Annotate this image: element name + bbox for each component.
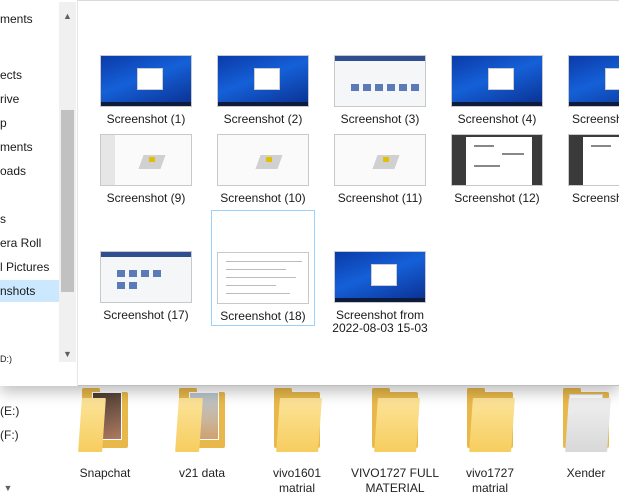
file-name: Screenshot (4) <box>457 112 537 126</box>
file-item-selected[interactable]: Screenshot (18) <box>211 210 315 326</box>
file-item[interactable]: Screenshot from 2022-08-03 15-03 <box>328 251 432 335</box>
document-folder-icon <box>563 388 611 452</box>
folder-snapchat[interactable]: Snapchat <box>60 388 150 481</box>
scrollbar-thumb[interactable] <box>61 110 74 292</box>
file-item[interactable]: Screenshot (4) <box>445 55 549 126</box>
nav-item-desktop[interactable]: p <box>0 112 7 134</box>
image-thumbnail <box>100 134 192 186</box>
folder-label: vivo1601 matrial <box>272 466 322 495</box>
file-name: Screenshot (9) <box>106 191 186 205</box>
nav-item-downloads[interactable]: oads <box>0 160 26 182</box>
image-thumbnail <box>568 134 619 186</box>
image-thumbnail <box>217 252 309 304</box>
nav-item-camera-roll[interactable]: era Roll <box>0 232 41 254</box>
file-name: Screenshot (12) <box>454 191 540 205</box>
folder-label: v21 data <box>178 466 226 480</box>
file-name: Screenshot (2) <box>223 112 303 126</box>
folder-label: Xender <box>566 466 606 480</box>
file-item[interactable]: Screenshot (1) <box>94 55 198 126</box>
navigation-pane: ments ects rive p ments oads s era Roll … <box>0 0 78 386</box>
file-picker-dialog: ments ects rive p ments oads s era Roll … <box>0 0 619 386</box>
photo-folder-icon <box>78 388 128 452</box>
folder-icon <box>372 388 420 452</box>
file-item[interactable]: Screensh <box>562 55 619 126</box>
image-thumbnail <box>568 55 619 107</box>
folder-icon <box>467 388 515 452</box>
file-name: Screenshot (17) <box>103 308 189 322</box>
image-thumbnail <box>334 134 426 186</box>
chevron-down-icon[interactable]: ▼ <box>2 482 14 494</box>
nav-item-screenshots[interactable]: nshots <box>0 280 59 302</box>
drive-e-label[interactable]: (E:) <box>0 404 19 418</box>
nav-item-pictures[interactable]: s <box>0 208 6 230</box>
file-item[interactable]: Screenshot (12) <box>445 134 549 205</box>
folder-label: VIVO1727 FULL MATERIAL <box>350 466 440 495</box>
folder-label: vivo1727 matrial <box>465 466 515 495</box>
file-item[interactable]: Screensh <box>562 134 619 205</box>
nav-item-documents[interactable]: ments <box>0 8 33 30</box>
nav-item-saved-pictures[interactable]: l Pictures <box>0 256 49 278</box>
drive-f-label[interactable]: (F:) <box>0 428 19 442</box>
folder-v21-data[interactable]: v21 data <box>157 388 247 481</box>
folder-vivo1601-matrial[interactable]: vivo1601 matrial <box>252 388 342 495</box>
image-thumbnail <box>217 134 309 186</box>
folder-vivo1727-full-material[interactable]: VIVO1727 FULL MATERIAL <box>350 388 440 495</box>
image-thumbnail <box>451 55 543 107</box>
folder-vivo1727-matrial[interactable]: vivo1727 matrial <box>445 388 535 495</box>
file-name: Screenshot (11) <box>337 191 423 205</box>
file-name: Screensh <box>572 112 619 126</box>
nav-item-onedrive[interactable]: rive <box>0 88 19 110</box>
image-thumbnail <box>334 55 426 107</box>
image-thumbnail <box>217 55 309 107</box>
nav-scrollbar[interactable]: ▲ ▼ <box>59 2 76 362</box>
file-name: Screensh <box>572 191 619 205</box>
file-item[interactable]: Screenshot (17) <box>94 251 198 322</box>
folder-xender[interactable]: Xender <box>541 388 619 481</box>
file-item[interactable]: Screenshot (9) <box>94 134 198 205</box>
image-thumbnail <box>100 251 192 303</box>
chevron-down-icon[interactable]: ▼ <box>59 346 76 362</box>
folder-icon <box>274 388 322 452</box>
file-name: Screenshot from 2022-08-03 15-03 <box>332 308 428 335</box>
nav-item-objects[interactable]: ects <box>0 64 22 86</box>
image-thumbnail <box>334 251 426 303</box>
image-thumbnail <box>100 55 192 107</box>
nav-item-drive-d[interactable]: D:) <box>0 352 12 366</box>
file-name: Screenshot (3) <box>340 112 420 126</box>
file-item[interactable]: Screenshot (3) <box>328 55 432 126</box>
file-item[interactable]: Screenshot (10) <box>211 134 315 205</box>
nav-item-documents-2[interactable]: ments <box>0 136 33 158</box>
file-name: Screenshot (1) <box>106 112 186 126</box>
file-item[interactable]: Screenshot (2) <box>211 55 315 126</box>
file-item[interactable]: Screenshot (11) <box>328 134 432 205</box>
photo-folder-icon <box>175 388 225 452</box>
image-thumbnail <box>451 134 543 186</box>
chevron-up-icon[interactable]: ▲ <box>59 8 76 24</box>
folder-label: Snapchat <box>79 466 131 480</box>
file-name: Screenshot (10) <box>220 191 306 205</box>
file-grid: Screenshot (1) Screenshot (2) Screenshot… <box>78 0 619 386</box>
file-name: Screenshot (18) <box>220 309 306 323</box>
